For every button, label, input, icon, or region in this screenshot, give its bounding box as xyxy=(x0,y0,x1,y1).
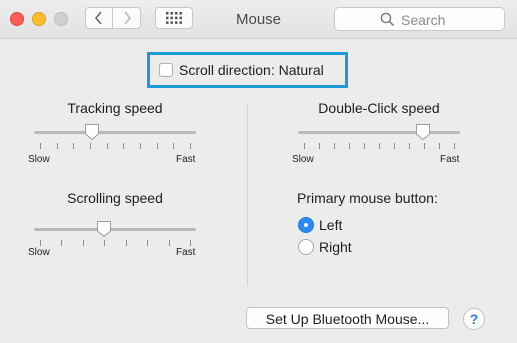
slider-tick xyxy=(90,143,91,149)
slider-tick xyxy=(379,143,380,149)
search-icon xyxy=(380,12,395,27)
slider-tick xyxy=(349,143,350,149)
slider-tick xyxy=(173,143,175,149)
slider-thumb[interactable] xyxy=(84,123,100,141)
slider-tick xyxy=(190,143,191,149)
tracking-fast-label: Fast xyxy=(176,154,196,165)
slider-tick xyxy=(106,143,108,149)
slider-tick xyxy=(40,240,41,246)
slider-tick xyxy=(454,143,455,149)
double-click-slow-label: Slow xyxy=(292,154,314,165)
slider-tick xyxy=(334,143,335,149)
scroll-direction-label[interactable]: Scroll direction: Natural xyxy=(179,62,324,78)
slider-tick xyxy=(125,240,127,246)
window-toolbar: Mouse xyxy=(0,0,517,39)
slider-tick xyxy=(123,143,125,149)
slider-track[interactable] xyxy=(34,228,196,231)
slider-thumb[interactable] xyxy=(415,123,431,141)
left-button-radio[interactable] xyxy=(298,217,314,233)
slider-tick xyxy=(140,143,141,149)
search-input[interactable] xyxy=(401,12,496,28)
tracking-slow-label: Slow xyxy=(28,154,50,165)
scrolling-speed-label: Scrolling speed xyxy=(67,190,163,206)
slider-tick xyxy=(104,240,106,246)
slider-tick xyxy=(409,143,410,149)
scroll-direction-checkbox[interactable] xyxy=(159,63,173,77)
slider-tick xyxy=(304,143,305,149)
slider-tick xyxy=(364,143,365,149)
column-divider xyxy=(247,103,248,286)
slider-track[interactable] xyxy=(34,131,196,134)
scrolling-fast-label: Fast xyxy=(176,247,196,258)
primary-mouse-button-label: Primary mouse button: xyxy=(297,190,438,206)
help-button[interactable]: ? xyxy=(463,308,485,330)
slider-tick xyxy=(190,240,191,246)
double-click-speed-label: Double-Click speed xyxy=(318,100,440,116)
set-up-bluetooth-mouse-button[interactable]: Set Up Bluetooth Mouse... xyxy=(246,307,449,329)
scrolling-slow-label: Slow xyxy=(28,247,50,258)
right-button-radio[interactable] xyxy=(298,239,314,255)
slider-tick xyxy=(168,240,170,246)
slider-tick xyxy=(82,240,84,246)
search-field[interactable] xyxy=(334,7,505,31)
slider-tick xyxy=(147,240,149,246)
slider-tick xyxy=(61,240,63,246)
slider-tick xyxy=(56,143,58,149)
left-button-label[interactable]: Left xyxy=(319,217,342,233)
slider-tick xyxy=(156,143,158,149)
right-button-label[interactable]: Right xyxy=(319,239,352,255)
slider-tick xyxy=(439,143,440,149)
tracking-speed-label: Tracking speed xyxy=(67,100,163,116)
slider-tick xyxy=(394,143,395,149)
slider-track[interactable] xyxy=(298,131,460,134)
slider-tick xyxy=(40,143,41,149)
slider-thumb[interactable] xyxy=(96,220,112,238)
slider-tick xyxy=(73,143,75,149)
slider-tick xyxy=(319,143,320,149)
double-click-fast-label: Fast xyxy=(440,154,460,165)
slider-tick xyxy=(424,143,425,149)
